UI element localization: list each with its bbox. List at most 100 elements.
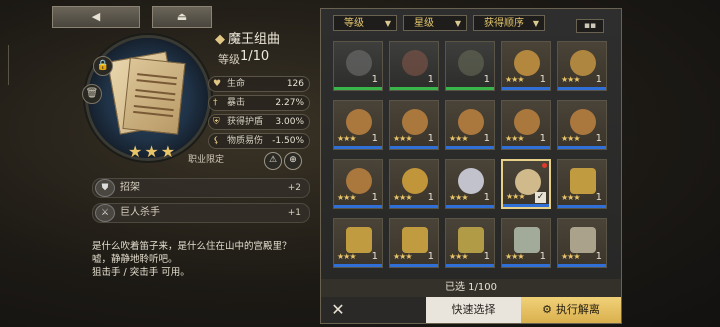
item-count: 1: [371, 133, 378, 144]
assault-class-icon[interactable]: ⊕: [284, 152, 302, 170]
filter-level[interactable]: 等级 ▼: [333, 15, 397, 31]
eject-icon: ⏏: [176, 10, 188, 23]
rarity-bar: [446, 87, 494, 90]
rarity-bar: [502, 264, 550, 267]
parry-icon: ⛊: [95, 179, 115, 197]
item-count: 1: [539, 133, 546, 144]
inventory-item[interactable]: ★★★ 1: [501, 100, 551, 150]
rarity-stars: ★★★: [561, 134, 580, 143]
eject-button[interactable]: ⏏: [152, 6, 212, 28]
rarity-bar: [334, 87, 382, 90]
filter-order[interactable]: 获得顺序 ▼: [473, 15, 545, 31]
stat-shield: ⛨ 获得护盾 3.00%: [208, 114, 310, 130]
item-count: 1: [483, 133, 490, 144]
bear-icon: [346, 168, 372, 194]
rarity-bar: [558, 264, 606, 267]
item-title: ◆ 魔王组曲: [215, 32, 281, 47]
rarity-bar: [558, 205, 606, 208]
claw-icon: ⚸: [213, 136, 220, 146]
back-button[interactable]: ◀: [52, 6, 140, 28]
sheet-music-small-icon: ◆: [215, 32, 225, 47]
inventory-item[interactable]: ★★★ ✓: [501, 159, 551, 209]
execute-dismantle-button[interactable]: ⚙ 执行解离: [521, 297, 621, 323]
rarity-stars: ★★★: [449, 193, 468, 202]
item-count: 1: [427, 251, 434, 262]
statue-icon: [402, 168, 428, 194]
inventory-item[interactable]: ★★★ 1: [389, 159, 439, 209]
item-count: 1: [427, 192, 434, 203]
item-count: 1: [595, 192, 602, 203]
rarity-bar: [446, 146, 494, 149]
close-button[interactable]: ✕: [329, 301, 347, 319]
inventory-item[interactable]: 1: [333, 41, 383, 91]
rarity-stars: ★★★: [449, 134, 468, 143]
inventory-item[interactable]: ★★★ 1: [501, 41, 551, 91]
rarity-stars: ★★★: [393, 193, 412, 202]
inventory-item[interactable]: ★★★ 1: [389, 218, 439, 268]
rarity-bar: [390, 205, 438, 208]
rarity-bar: [558, 146, 606, 149]
bear-icon: [402, 109, 428, 135]
inventory-item[interactable]: 1: [445, 41, 495, 91]
job-label: 职业限定: [188, 155, 225, 165]
item-count: 1: [371, 74, 378, 85]
item-description: 是什么吹着笛子来，是什么住在山中的宫殿里？嘘，静静地聆听吧。 狙击手 / 突击手…: [92, 240, 310, 279]
quick-select-button[interactable]: 快速选择: [426, 297, 521, 323]
rarity-stars: ★★★: [393, 134, 412, 143]
inventory-item[interactable]: ★★★ 1: [389, 100, 439, 150]
inventory-item[interactable]: ★★★ 1: [557, 41, 607, 91]
inventory-item[interactable]: 1: [389, 41, 439, 91]
rarity-bar: [502, 87, 550, 90]
giant-slayer-icon: ⚔: [95, 204, 115, 222]
rarity-bar: [390, 87, 438, 90]
inventory-item[interactable]: ★★★ 1: [445, 100, 495, 150]
rarity-bar: [390, 146, 438, 149]
usable-classes: 狙击手 / 突击手 可用。: [92, 267, 190, 278]
checkmark-icon: ✓: [535, 192, 546, 203]
key-red-icon: [402, 227, 428, 253]
item-count: 1: [483, 192, 490, 203]
doll-icon: [458, 168, 484, 194]
selection-count: 已选 1/100: [321, 279, 621, 297]
inventory-item[interactable]: ★★★ 1: [557, 100, 607, 150]
stat-crit: † 暴击 2.27%: [208, 95, 310, 111]
shield-icon: ⛨: [213, 117, 220, 127]
bear-icon: [458, 109, 484, 135]
flowers-icon: [402, 50, 428, 76]
inventory-item[interactable]: ★★★ 1: [445, 218, 495, 268]
bear-icon: [514, 109, 540, 135]
skill-row[interactable]: ⛊ 招架 +2: [92, 178, 310, 198]
inventory-item[interactable]: ★★★ 1: [333, 159, 383, 209]
chevron-down-icon: ▼: [384, 19, 391, 28]
filter-stars[interactable]: 星级 ▼: [403, 15, 467, 31]
chevron-down-icon: ▼: [454, 19, 461, 28]
inventory-item[interactable]: ★★★ 1: [501, 218, 551, 268]
lock-icon[interactable]: 🔒: [93, 56, 113, 76]
rarity-bar: [334, 264, 382, 267]
rarity-stars: ★★★: [505, 252, 524, 261]
left-edge-handle: [0, 45, 9, 85]
inventory-item[interactable]: ★★★ 1: [557, 159, 607, 209]
grid-icon[interactable]: ▪▪: [576, 19, 604, 33]
item-count: 1: [539, 74, 546, 85]
plant-icon: [458, 50, 484, 76]
item-count: 1: [483, 251, 490, 262]
skill-row[interactable]: ⚔ 巨人杀手 +1: [92, 203, 310, 223]
inventory-item[interactable]: ★★★ 1: [333, 100, 383, 150]
rarity-stars: ★★★: [393, 252, 412, 261]
item-count: 1: [371, 192, 378, 203]
rarity-stars: ★★★: [561, 193, 580, 202]
back-icon: ◀: [91, 10, 101, 23]
rarity-bar: [502, 146, 550, 149]
trash-icon[interactable]: 🗑: [82, 84, 102, 104]
item-count: 1: [483, 74, 490, 85]
inventory-item[interactable]: ★★★ 1: [557, 218, 607, 268]
inventory-item[interactable]: ★★★ 1: [333, 218, 383, 268]
frog-icon: [514, 50, 540, 76]
inventory-item[interactable]: ★★★ 1: [445, 159, 495, 209]
rarity-stars: ★★★: [561, 75, 580, 84]
bird-icon: [570, 50, 596, 76]
rarity-bar: [558, 87, 606, 90]
bear-icon: [570, 109, 596, 135]
sniper-class-icon[interactable]: ⚠: [264, 152, 282, 170]
